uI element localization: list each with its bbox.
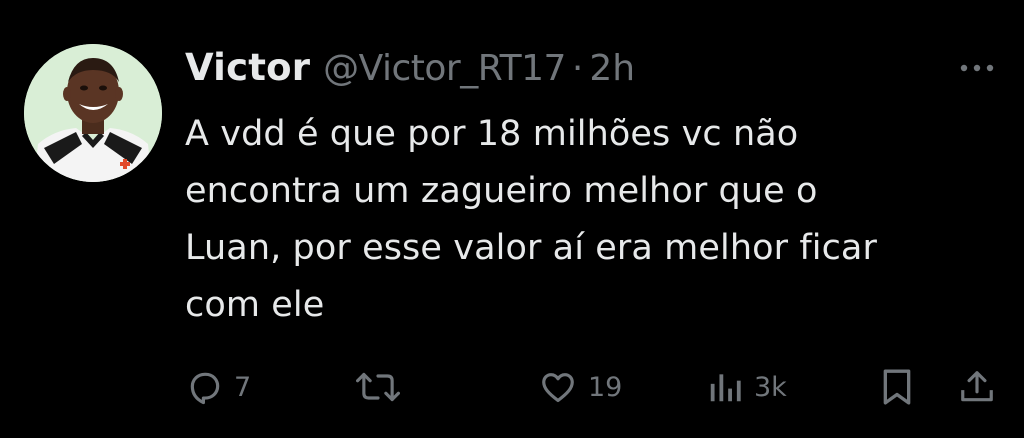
share-icon bbox=[961, 371, 993, 402]
like-button[interactable]: 19 bbox=[538, 362, 622, 412]
heart-icon bbox=[542, 373, 574, 403]
reply-icon bbox=[190, 372, 220, 405]
views-button[interactable]: 3k bbox=[706, 362, 787, 412]
author-handle[interactable]: @Victor_RT17 bbox=[323, 48, 566, 89]
tweet-header: Victor @Victor_RT17 · 2h bbox=[185, 46, 635, 98]
reply-count: 7 bbox=[234, 371, 252, 403]
tweet-text: A vdd é que por 18 milhões vc não encont… bbox=[185, 106, 1000, 334]
views-count: 3k bbox=[754, 371, 787, 403]
tweet: Victor @Victor_RT17 · 2h A vdd é que por… bbox=[0, 0, 1024, 438]
reply-button[interactable]: 7 bbox=[186, 362, 251, 412]
tweet-text-line: Luan, por esse valor aí era melhor ficar bbox=[185, 228, 877, 268]
share-button[interactable] bbox=[958, 362, 996, 412]
avatar[interactable] bbox=[24, 44, 162, 182]
bookmark-button[interactable] bbox=[880, 362, 914, 412]
repost-icon bbox=[356, 372, 400, 402]
tweet-actions: 7 19 3k bbox=[0, 362, 1024, 412]
timestamp[interactable]: 2h bbox=[589, 48, 635, 89]
separator-dot: · bbox=[571, 48, 584, 89]
avatar-image bbox=[24, 44, 162, 182]
author-name[interactable]: Victor bbox=[185, 46, 310, 89]
bookmark-icon bbox=[883, 369, 911, 405]
tweet-text-line: encontra um zagueiro melhor que o bbox=[185, 171, 818, 211]
repost-button[interactable] bbox=[356, 362, 410, 412]
analytics-icon bbox=[710, 374, 741, 402]
like-count: 19 bbox=[588, 371, 623, 403]
tweet-text-line: com ele bbox=[185, 285, 325, 325]
tweet-text-line: A vdd é que por 18 milhões vc não bbox=[185, 114, 799, 154]
more-horizontal-icon[interactable] bbox=[957, 58, 997, 78]
